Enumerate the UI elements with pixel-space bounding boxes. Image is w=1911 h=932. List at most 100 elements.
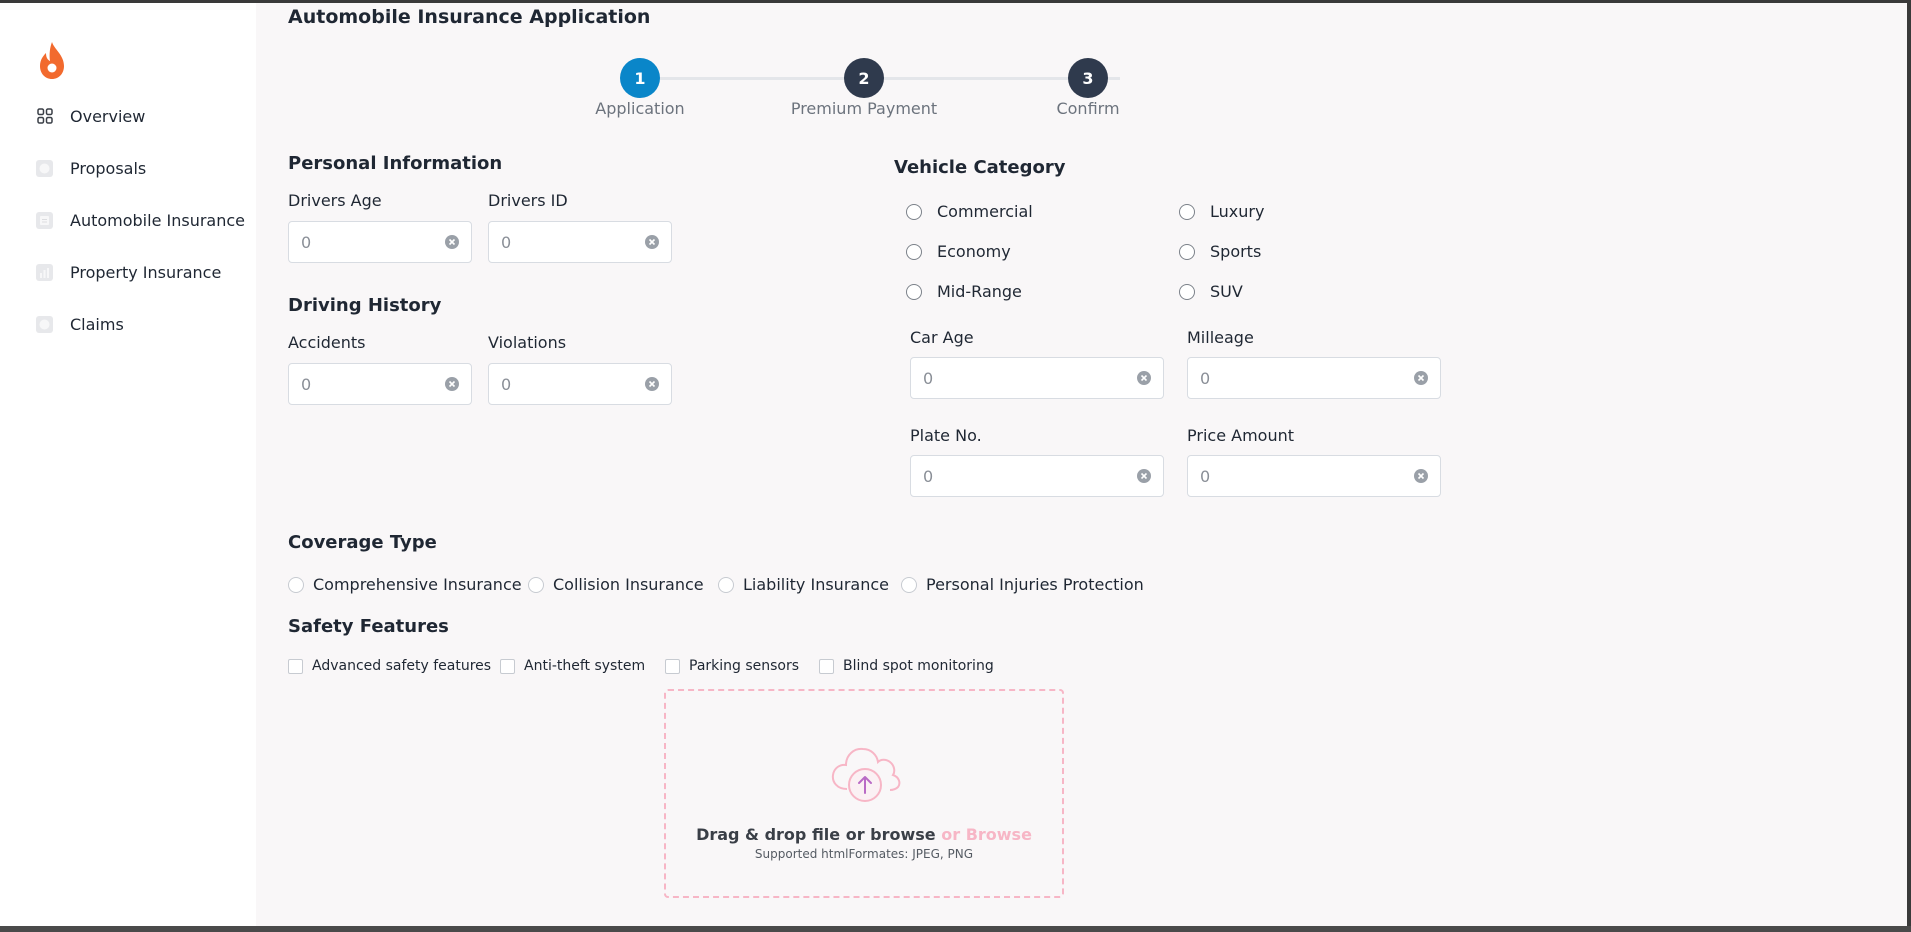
radio-button[interactable] <box>1179 283 1195 300</box>
step-3-circle[interactable]: 3 <box>1068 58 1108 98</box>
radio-button[interactable] <box>718 576 734 593</box>
sidebar-item-overview[interactable]: Overview <box>36 103 145 129</box>
plate-no-input[interactable] <box>923 466 1137 486</box>
radio-button[interactable] <box>1179 243 1195 260</box>
sidebar-item-claims[interactable]: Claims <box>36 311 124 337</box>
car-age-field[interactable] <box>910 357 1164 399</box>
vehicle-category-heading: Vehicle Category <box>894 157 1066 178</box>
radio-button[interactable] <box>901 576 917 593</box>
vehicle-option-sports[interactable]: Sports <box>1179 242 1261 261</box>
milleage-field[interactable] <box>1187 357 1441 399</box>
radio-label: Luxury <box>1210 202 1265 221</box>
price-amount-input[interactable] <box>1200 466 1414 486</box>
coverage-option-comprehensive[interactable]: Comprehensive Insurance <box>288 575 522 594</box>
driving-history-heading: Driving History <box>288 295 442 316</box>
dropzone-main-text: Drag & drop file or browse or Browse <box>666 825 1062 844</box>
checkbox-label: Blind spot monitoring <box>843 658 994 674</box>
radio-button[interactable] <box>906 283 922 300</box>
radio-label: Collision Insurance <box>553 575 704 594</box>
clear-icon[interactable] <box>645 377 659 391</box>
violations-label: Violations <box>488 333 567 352</box>
browse-link[interactable]: or Browse <box>941 825 1032 844</box>
sidebar-item-label: Proposals <box>70 158 147 178</box>
checkbox[interactable] <box>819 658 834 674</box>
vehicle-option-luxury[interactable]: Luxury <box>1179 202 1264 221</box>
clear-icon[interactable] <box>445 377 459 391</box>
page-title: Automobile Insurance Application <box>288 6 651 28</box>
drivers-age-field[interactable] <box>288 221 472 263</box>
sidebar-item-automobile-insurance[interactable]: Automobile Insurance <box>36 207 245 233</box>
checkbox-label: Advanced safety features <box>312 658 492 674</box>
radio-label: Personal Injuries Protection <box>926 575 1144 594</box>
plate-no-field[interactable] <box>910 455 1164 497</box>
clear-icon[interactable] <box>1414 371 1428 385</box>
violations-field[interactable] <box>488 363 672 405</box>
radio-button[interactable] <box>288 576 304 593</box>
window-right-border <box>1907 0 1911 932</box>
clear-icon[interactable] <box>645 235 659 249</box>
accidents-input[interactable] <box>301 374 445 394</box>
safety-option-anti-theft[interactable]: Anti-theft system <box>500 658 645 674</box>
checkbox-label: Parking sensors <box>689 658 800 674</box>
sidebar-item-proposals[interactable]: Proposals <box>36 155 146 181</box>
radio-button[interactable] <box>906 203 922 220</box>
accidents-field[interactable] <box>288 363 472 405</box>
drivers-id-input[interactable] <box>501 232 645 252</box>
vehicle-option-mid-range[interactable]: Mid-Range <box>906 282 1022 301</box>
drivers-age-input[interactable] <box>301 232 445 252</box>
personal-information-heading: Personal Information <box>288 153 503 174</box>
radio-label: Liability Insurance <box>743 575 889 594</box>
milleage-label: Milleage <box>1187 328 1254 347</box>
sidebar-item-label: Property Insurance <box>70 262 222 282</box>
radio-label: Commercial <box>937 202 1033 221</box>
radio-label: Mid-Range <box>937 282 1022 301</box>
plate-no-label: Plate No. <box>910 426 982 445</box>
vehicle-option-economy[interactable]: Economy <box>906 242 1011 261</box>
drivers-age-label: Drivers Age <box>288 191 382 210</box>
sidebar-item-label: Overview <box>70 106 146 126</box>
sidebar-item-property-insurance[interactable]: Property Insurance <box>36 259 221 285</box>
window-bottom-border <box>0 926 1911 932</box>
step-2-circle[interactable]: 2 <box>844 58 884 98</box>
clear-icon[interactable] <box>445 235 459 249</box>
coverage-option-liability[interactable]: Liability Insurance <box>718 575 889 594</box>
safety-option-advanced[interactable]: Advanced safety features <box>288 658 491 674</box>
checkbox-label: Anti-theft system <box>524 658 646 674</box>
chat-icon <box>36 159 53 177</box>
clear-icon[interactable] <box>1414 469 1428 483</box>
clear-icon[interactable] <box>1137 469 1151 483</box>
vehicle-option-commercial[interactable]: Commercial <box>906 202 1033 221</box>
step-2-label: Premium Payment <box>790 99 938 118</box>
radio-button[interactable] <box>1179 203 1195 220</box>
drivers-id-label: Drivers ID <box>488 191 568 210</box>
radio-button[interactable] <box>906 243 922 260</box>
accidents-label: Accidents <box>288 333 366 352</box>
price-amount-field[interactable] <box>1187 455 1441 497</box>
checkbox[interactable] <box>500 658 515 674</box>
car-age-input[interactable] <box>923 368 1137 388</box>
drivers-id-field[interactable] <box>488 221 672 263</box>
safety-option-blind-spot[interactable]: Blind spot monitoring <box>819 658 994 674</box>
radio-label: Sports <box>1210 242 1262 261</box>
vehicle-option-suv[interactable]: SUV <box>1179 282 1243 301</box>
coverage-option-personal-injuries[interactable]: Personal Injuries Protection <box>901 575 1144 594</box>
checkbox[interactable] <box>665 658 680 674</box>
coverage-option-collision[interactable]: Collision Insurance <box>528 575 704 594</box>
violations-input[interactable] <box>501 374 645 394</box>
checkbox[interactable] <box>288 658 303 674</box>
car-age-label: Car Age <box>910 328 974 347</box>
grid-icon <box>36 108 53 125</box>
clear-icon[interactable] <box>1137 371 1151 385</box>
safety-option-parking-sensors[interactable]: Parking sensors <box>665 658 799 674</box>
milleage-input[interactable] <box>1200 368 1414 388</box>
step-1-circle[interactable]: 1 <box>620 58 660 98</box>
price-amount-label: Price Amount <box>1187 426 1294 445</box>
step-1-label: Application <box>595 99 685 118</box>
radio-button[interactable] <box>528 576 544 593</box>
radio-label: Comprehensive Insurance <box>313 575 522 594</box>
cloud-upload-icon <box>829 743 903 805</box>
document-icon <box>36 211 53 229</box>
radio-label: Economy <box>937 242 1011 261</box>
step-3-label: Confirm <box>1056 99 1120 118</box>
file-dropzone[interactable]: Drag & drop file or browse or Browse Sup… <box>664 689 1064 898</box>
